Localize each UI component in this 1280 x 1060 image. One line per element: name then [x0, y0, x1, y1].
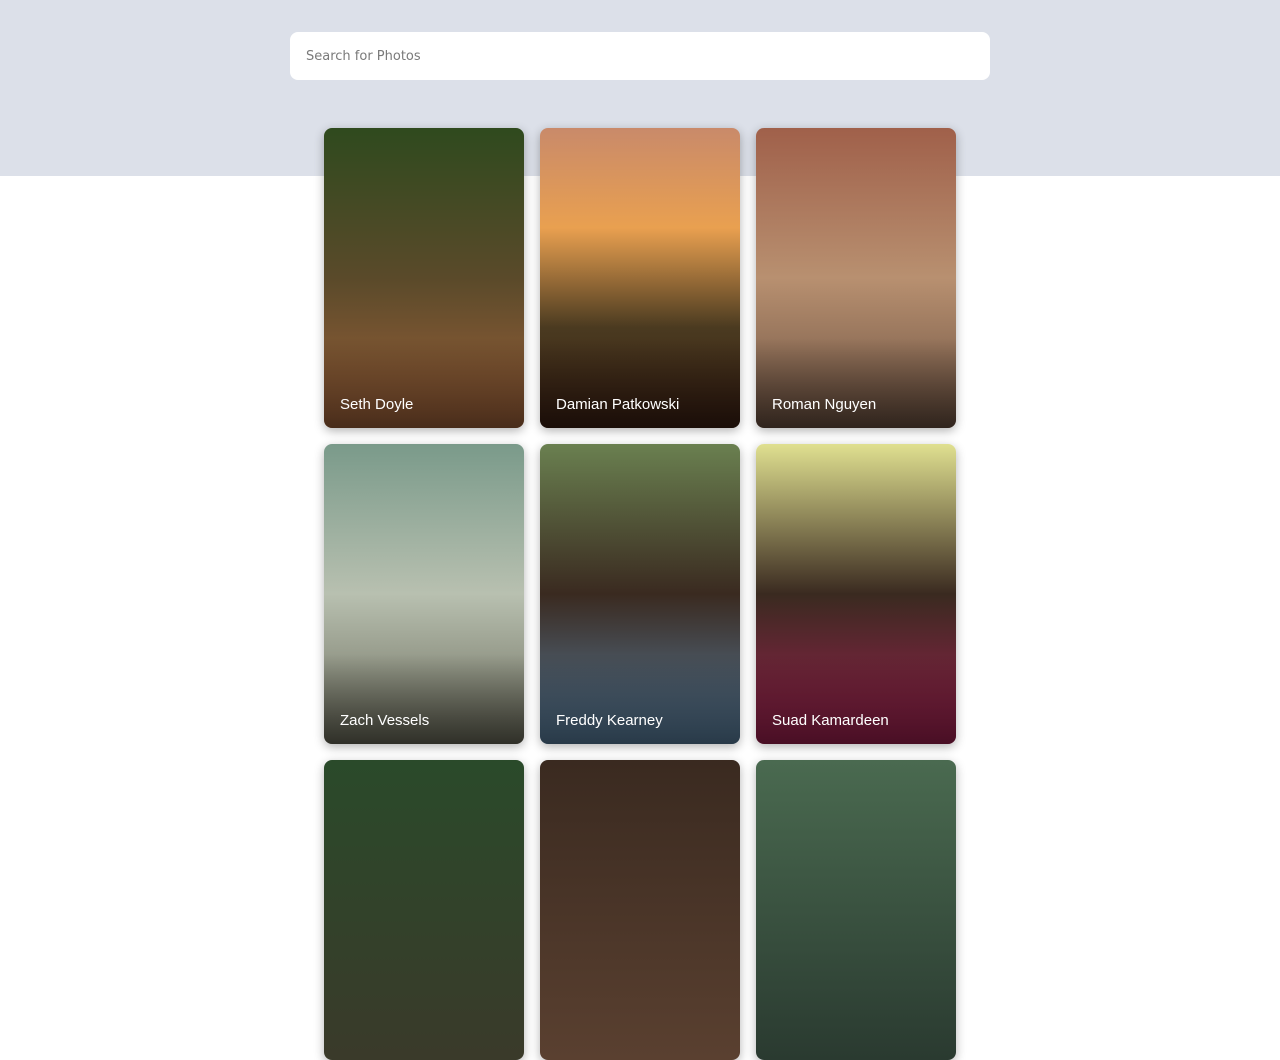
photo-card[interactable]: [540, 760, 740, 1060]
photo-card[interactable]: Damian Patkowski: [540, 128, 740, 428]
caption-shade: [756, 338, 956, 428]
photo-card[interactable]: Roman Nguyen: [756, 128, 956, 428]
photo-author: Suad Kamardeen: [772, 712, 889, 729]
photo-author: Freddy Kearney: [556, 712, 663, 729]
caption-shade: [540, 654, 740, 744]
caption-shade: [756, 654, 956, 744]
photo-card[interactable]: Zach Vessels: [324, 444, 524, 744]
photo-author: Zach Vessels: [340, 712, 430, 729]
caption-shade: [540, 338, 740, 428]
photo-author: Damian Patkowski: [556, 396, 680, 413]
photo-card[interactable]: [756, 760, 956, 1060]
caption-shade: [324, 654, 524, 744]
photo-card[interactable]: Freddy Kearney: [540, 444, 740, 744]
photo-grid: Seth Doyle Damian Patkowski Roman Nguyen…: [324, 128, 956, 1060]
search-input[interactable]: [290, 32, 990, 80]
photo-card[interactable]: Seth Doyle: [324, 128, 524, 428]
photo-card[interactable]: Suad Kamardeen: [756, 444, 956, 744]
photo-author: Seth Doyle: [340, 396, 414, 413]
photo-author: Roman Nguyen: [772, 396, 877, 413]
photo-card[interactable]: [324, 760, 524, 1060]
caption-shade: [324, 338, 524, 428]
